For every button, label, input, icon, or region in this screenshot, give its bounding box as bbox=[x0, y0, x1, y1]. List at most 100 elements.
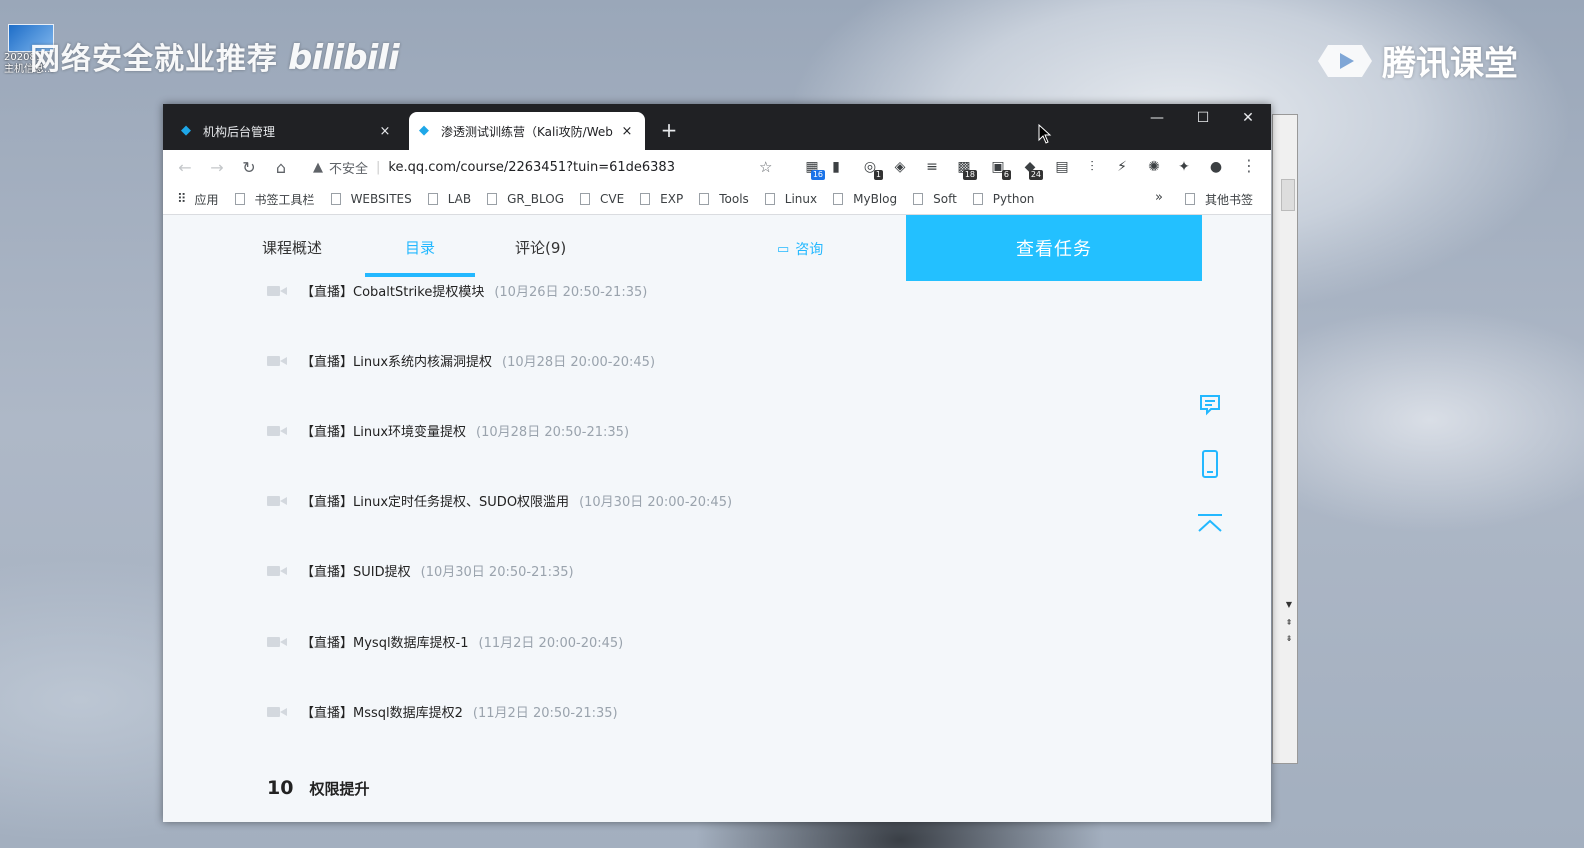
lesson-time: (10月28日 20:50-21:35) bbox=[476, 425, 630, 440]
lesson-title: CobaltStrike提权模块 bbox=[353, 285, 485, 300]
lesson-time: (10月30日 20:00-20:45) bbox=[579, 495, 733, 510]
live-tag: 【直播】 bbox=[301, 565, 354, 580]
live-tag: 【直播】 bbox=[301, 706, 354, 721]
video-icon bbox=[267, 636, 287, 648]
lesson-title: Mssql数据库提权2 bbox=[353, 706, 463, 721]
bookmark-python[interactable]: Python bbox=[972, 192, 1035, 206]
bookmark-label: GR_BLOG bbox=[507, 192, 564, 206]
tab-course[interactable]: ◆ 渗透测试训练营（Kali攻防/Web × bbox=[409, 112, 645, 150]
extension-11-icon[interactable]: ⚡ bbox=[1113, 158, 1131, 176]
bookmark-label: WEBSITES bbox=[350, 192, 412, 206]
bookmarks-bar: ⠿ 应用 书签工具栏 WEBSITES LAB GR_BLOG CVE EXP T… bbox=[163, 184, 1271, 215]
video-icon bbox=[267, 495, 287, 507]
back-button[interactable]: ← bbox=[169, 158, 201, 177]
lesson-item[interactable]: 【直播】 SUID提权 (10月30日 20:50-21:35) bbox=[267, 561, 574, 580]
watermark-text: 网络安全就业推荐 bbox=[30, 42, 278, 77]
video-icon bbox=[267, 355, 287, 367]
bookmark-exp[interactable]: EXP bbox=[640, 192, 683, 206]
close-tab-icon[interactable]: × bbox=[619, 124, 635, 139]
course-page: 课程概述 目录 评论(9) ▭ 咨询 查看任务 【直播】 CobaltStrik… bbox=[163, 215, 1271, 822]
bookmark-label: CVE bbox=[600, 192, 625, 206]
tencent-favicon-icon: ◆ bbox=[419, 123, 429, 138]
message-icon[interactable] bbox=[1193, 387, 1227, 421]
chapter-title: 权限提升 bbox=[309, 779, 370, 798]
bookmark-tools[interactable]: Tools bbox=[699, 192, 749, 206]
bookmark-linux[interactable]: Linux bbox=[764, 192, 817, 206]
bookmark-apps[interactable]: ⠿ 应用 bbox=[177, 191, 219, 208]
bookmark-star-icon[interactable]: ☆ bbox=[759, 158, 772, 176]
watermark-right-text: 腾讯课堂 bbox=[1382, 44, 1518, 84]
bookmark-label: MyBlog bbox=[853, 192, 898, 206]
extension-9-icon[interactable]: ▤ bbox=[1053, 158, 1071, 176]
tab-backend-admin[interactable]: ◆ 机构后台管理 × bbox=[171, 112, 403, 150]
extension-12-icon[interactable]: ✺ bbox=[1145, 158, 1163, 176]
bookmark-soft[interactable]: Soft bbox=[913, 192, 957, 206]
bookmark-label: 其他书签 bbox=[1205, 192, 1254, 207]
filter-extension-icon[interactable]: ≡ bbox=[923, 158, 941, 176]
extension-3-icon[interactable]: ◎ 1 bbox=[861, 158, 883, 180]
extension-1-icon[interactable]: ▦ 16 bbox=[803, 158, 825, 180]
apps-grid-icon: ⠿ bbox=[177, 191, 187, 207]
chapter-heading: 10 权限提升 bbox=[267, 777, 369, 799]
lesson-time: (11月2日 20:50-21:35) bbox=[472, 706, 618, 721]
extension-2-icon[interactable]: ▮ bbox=[827, 158, 845, 176]
lesson-item[interactable]: 【直播】 Linux定时任务提权、SUDO权限滥用 (10月30日 20:00-… bbox=[267, 491, 732, 510]
home-button[interactable]: ⌂ bbox=[265, 158, 297, 177]
puzzle-extensions-icon[interactable]: ✦ bbox=[1175, 158, 1193, 176]
tab-comments[interactable]: 评论(9) bbox=[515, 237, 566, 258]
bookmark-gr-blog[interactable]: GR_BLOG bbox=[487, 192, 564, 206]
extension-6-icon[interactable]: ▩ 18 bbox=[955, 158, 977, 180]
play-logo-icon bbox=[1318, 44, 1372, 77]
close-window-button[interactable]: ✕ bbox=[1226, 110, 1270, 126]
forward-button[interactable]: → bbox=[201, 158, 233, 177]
extension-7-icon[interactable]: ▣ 6 bbox=[989, 158, 1011, 180]
tab-title: 渗透测试训练营（Kali攻防/Web bbox=[441, 124, 613, 139]
extension-8-icon[interactable]: ◆ 24 bbox=[1021, 158, 1043, 180]
bookmark-toolbar-folder[interactable]: 书签工具栏 bbox=[234, 191, 315, 208]
bookmark-myblog[interactable]: MyBlog bbox=[833, 192, 897, 206]
bookmark-cve[interactable]: CVE bbox=[580, 192, 624, 206]
bookmarks-overflow-button[interactable]: » bbox=[1155, 190, 1163, 205]
warning-icon: ▲ bbox=[313, 159, 323, 175]
bookmark-label: Python bbox=[992, 192, 1035, 206]
live-tag: 【直播】 bbox=[301, 425, 354, 440]
lesson-item[interactable]: 【直播】 Linux环境变量提权 (10月28日 20:50-21:35) bbox=[267, 421, 629, 440]
new-tab-button[interactable]: + bbox=[657, 118, 681, 142]
other-bookmarks[interactable]: 其他书签 bbox=[1185, 184, 1253, 214]
bookmark-websites[interactable]: WEBSITES bbox=[330, 192, 412, 206]
page-icon bbox=[330, 193, 341, 205]
chat-bubble-icon: ▭ bbox=[777, 241, 790, 257]
lesson-item[interactable]: 【直播】 Linux系统内核漏洞提权 (10月28日 20:00-20:45) bbox=[267, 351, 655, 370]
tab-catalog[interactable]: 目录 bbox=[405, 237, 435, 258]
view-tasks-button[interactable]: 查看任务 bbox=[906, 215, 1202, 281]
extension-badge: 16 bbox=[810, 170, 825, 180]
address-bar[interactable]: ▲ 不安全 | ke.qq.com/course/2263451?tuin=61… bbox=[313, 158, 675, 177]
lesson-item[interactable]: 【直播】 Mssql数据库提权2 (11月2日 20:50-21:35) bbox=[267, 702, 618, 721]
extension-10-icon[interactable]: ⫶ bbox=[1083, 158, 1101, 176]
live-tag: 【直播】 bbox=[301, 285, 354, 300]
live-tag: 【直播】 bbox=[301, 636, 354, 651]
profile-avatar-icon[interactable]: ● bbox=[1207, 158, 1225, 176]
bookmark-label: LAB bbox=[447, 192, 472, 206]
live-tag: 【直播】 bbox=[301, 495, 354, 510]
reload-button[interactable]: ↻ bbox=[233, 158, 265, 177]
extension-badge: 1 bbox=[873, 170, 883, 180]
back-to-top-icon[interactable] bbox=[1193, 507, 1227, 541]
page-icon bbox=[640, 193, 651, 205]
tencent-favicon-icon: ◆ bbox=[181, 123, 191, 138]
mobile-icon[interactable] bbox=[1193, 447, 1227, 481]
extension-4-icon[interactable]: ◈ bbox=[891, 158, 909, 176]
background-scrollbar-thumb bbox=[1281, 179, 1295, 211]
browser-menu-icon[interactable]: ⋮ bbox=[1241, 156, 1257, 175]
bilibili-logo: bilibili bbox=[288, 38, 400, 78]
minimize-button[interactable]: — bbox=[1135, 110, 1179, 126]
bookmark-label: 书签工具栏 bbox=[254, 192, 315, 207]
maximize-button[interactable]: ☐ bbox=[1181, 110, 1225, 126]
close-tab-icon[interactable]: × bbox=[377, 124, 393, 139]
tab-overview[interactable]: 课程概述 bbox=[262, 237, 322, 258]
consult-button[interactable]: ▭ 咨询 bbox=[777, 239, 823, 259]
lesson-item[interactable]: 【直播】 CobaltStrike提权模块 (10月26日 20:50-21:3… bbox=[267, 281, 647, 300]
lesson-item[interactable]: 【直播】 Mysql数据库提权-1 (11月2日 20:00-20:45) bbox=[267, 632, 623, 651]
bookmark-lab[interactable]: LAB bbox=[427, 192, 472, 206]
video-icon bbox=[267, 425, 287, 437]
